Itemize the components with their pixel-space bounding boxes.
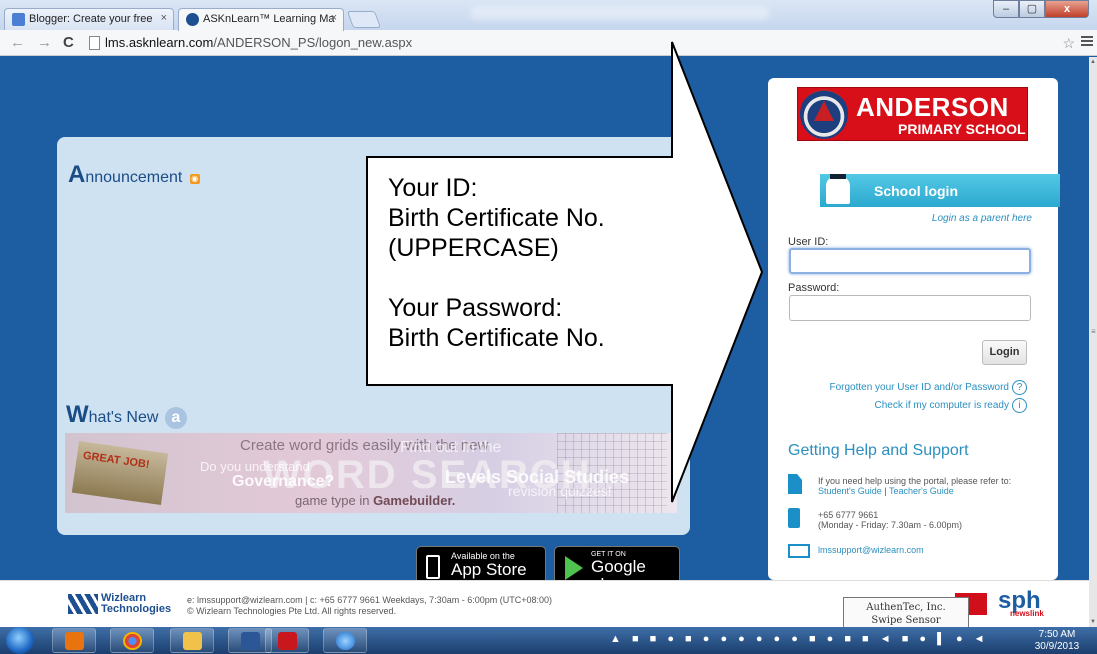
vertical-scrollbar[interactable]: ▲ ≡ ▼	[1089, 57, 1097, 627]
system-tooltip: AuthenTec, Inc.Swipe Sensor Navigation	[843, 597, 969, 639]
sph-newslink-logo: sph newslink	[998, 587, 1044, 618]
banner-text: Governance?	[232, 473, 335, 490]
browser-toolbar: ← → C lms.asknlearn.com/ANDERSON_PS/logo…	[0, 30, 1097, 56]
mail-icon	[788, 544, 810, 558]
taskbar-explorer[interactable]	[170, 628, 214, 653]
acrobat-icon	[278, 632, 297, 650]
banner-text: Do you understand	[200, 459, 310, 474]
students-guide-link[interactable]: Student's Guide	[818, 486, 882, 496]
info-icon: i	[1012, 398, 1027, 413]
internet-explorer-icon	[336, 632, 355, 650]
folder-icon	[183, 632, 202, 650]
address-bar[interactable]: lms.asknlearn.com/ANDERSON_PS/logon_new.…	[85, 32, 1075, 54]
check-computer-link[interactable]: Check if my computer is ready i	[875, 398, 1027, 413]
support-email-link[interactable]: lmssupport@wizlearn.com	[818, 545, 924, 555]
url-host: lms.asknlearn.com	[105, 35, 214, 50]
tab-blogger[interactable]: Blogger: Create your free ×	[4, 8, 174, 30]
forward-arrow-icon[interactable]: →	[37, 34, 52, 51]
google-play-badge[interactable]: GET IT ON Google play	[554, 546, 680, 580]
question-icon: ?	[1012, 380, 1027, 395]
new-tab-button[interactable]	[346, 11, 382, 28]
tab-close-icon[interactable]: ×	[161, 12, 167, 24]
scroll-down-icon[interactable]: ▼	[1090, 619, 1096, 625]
chrome-icon	[123, 632, 142, 650]
login-card: ANDERSON PRIMARY SCHOOL School login Log…	[768, 78, 1060, 580]
scroll-grip-icon[interactable]: ≡	[1091, 327, 1096, 336]
app-store-badge[interactable]: Available on the App Store	[416, 546, 546, 580]
windows-taskbar: ▲ ■ ■ ● ■ ● ● ● ● ● ● ■ ● ■ ■ ◄ ■ ● ▌ ● …	[0, 627, 1097, 654]
help-heading: Getting Help and Support	[788, 442, 969, 459]
taskbar-chrome[interactable]	[110, 628, 154, 653]
taskbar-clock[interactable]: 7:50 AM 30/9/2013	[1024, 629, 1090, 653]
login-button[interactable]: Login	[982, 340, 1027, 365]
start-button[interactable]	[6, 627, 34, 654]
word-icon	[241, 632, 260, 650]
tab-strip: Blogger: Create your free × ASKnLearn™ L…	[0, 0, 1097, 31]
play-icon	[565, 556, 583, 580]
teachers-guide-link[interactable]: Teacher's Guide	[889, 486, 954, 496]
user-id-label: User ID:	[788, 236, 829, 248]
window-title-blur	[470, 6, 770, 20]
maximize-button[interactable]: ▢	[1019, 0, 1045, 18]
great-job-sign: GREAT JOB!	[71, 440, 169, 506]
school-logo: ANDERSON PRIMARY SCHOOL	[797, 87, 1028, 141]
tab-title: ASKnLearn™ Learning Ma	[203, 13, 335, 25]
page-icon	[89, 36, 100, 50]
scroll-up-icon[interactable]: ▲	[1090, 59, 1096, 65]
asknlearn-badge-icon: a	[164, 407, 187, 429]
taskbar-media-player[interactable]	[52, 628, 96, 653]
banner-text: game type in Gamebuilder.	[295, 493, 456, 508]
tab-close-icon[interactable]: ×	[331, 12, 337, 24]
window-controls: – ▢ x	[993, 0, 1089, 18]
tab-title: Blogger: Create your free	[29, 13, 153, 25]
media-player-icon	[65, 632, 84, 650]
system-tray-icons[interactable]: ▲ ■ ■ ● ■ ● ● ● ● ● ● ■ ● ■ ■ ◄ ■ ● ▌ ● …	[610, 633, 1010, 647]
student-icon	[826, 174, 850, 204]
banner-text: revision quizzes!	[508, 483, 612, 499]
close-window-button[interactable]: x	[1045, 0, 1089, 18]
school-crest-icon	[800, 89, 848, 139]
forgot-password-link[interactable]: Forgotten your User ID and/or Password?	[829, 380, 1027, 395]
taskbar-ie[interactable]	[323, 628, 367, 653]
password-input[interactable]	[789, 295, 1031, 321]
rss-icon[interactable]: ◉	[189, 174, 200, 184]
footer-contact: e: lmssupport@wizlearn.com | c: +65 6777…	[187, 595, 552, 616]
minimize-button[interactable]: –	[993, 0, 1019, 18]
wizlearn-logo-icon	[68, 594, 98, 614]
asknlearn-favicon-icon	[186, 13, 199, 26]
document-icon	[788, 474, 802, 494]
user-id-input[interactable]	[789, 248, 1031, 274]
tab-asknlearn[interactable]: ASKnLearn™ Learning Ma ×	[178, 8, 344, 31]
announcement-heading: Announcement ◉	[68, 161, 200, 188]
password-label: Password:	[788, 282, 840, 294]
taskbar-acrobat[interactable]	[265, 628, 309, 653]
chrome-menu-icon[interactable]	[1081, 34, 1093, 48]
phone-icon	[426, 555, 440, 579]
phone-icon	[788, 508, 800, 528]
url-path: /ANDERSON_PS/logon_new.aspx	[213, 35, 413, 50]
banner-text: Find out in the	[400, 439, 502, 456]
school-login-header: School login	[820, 174, 1060, 207]
blogger-favicon-icon	[12, 13, 25, 26]
parent-login-link[interactable]: Login as a parent here	[932, 213, 1032, 224]
reload-icon[interactable]: C	[63, 34, 74, 51]
callout-text: Your ID: Birth Certificate No. (UPPERCAS…	[388, 174, 605, 352]
bookmark-star-icon[interactable]: ☆	[1062, 35, 1075, 52]
wizlearn-name: Wizlearn Technologies	[101, 592, 172, 615]
back-arrow-icon[interactable]: ←	[10, 34, 25, 51]
whats-new-banner[interactable]: GREAT JOB! WORD SEARCH Create word grids…	[65, 433, 677, 513]
whats-new-heading: What's New a	[66, 401, 187, 429]
